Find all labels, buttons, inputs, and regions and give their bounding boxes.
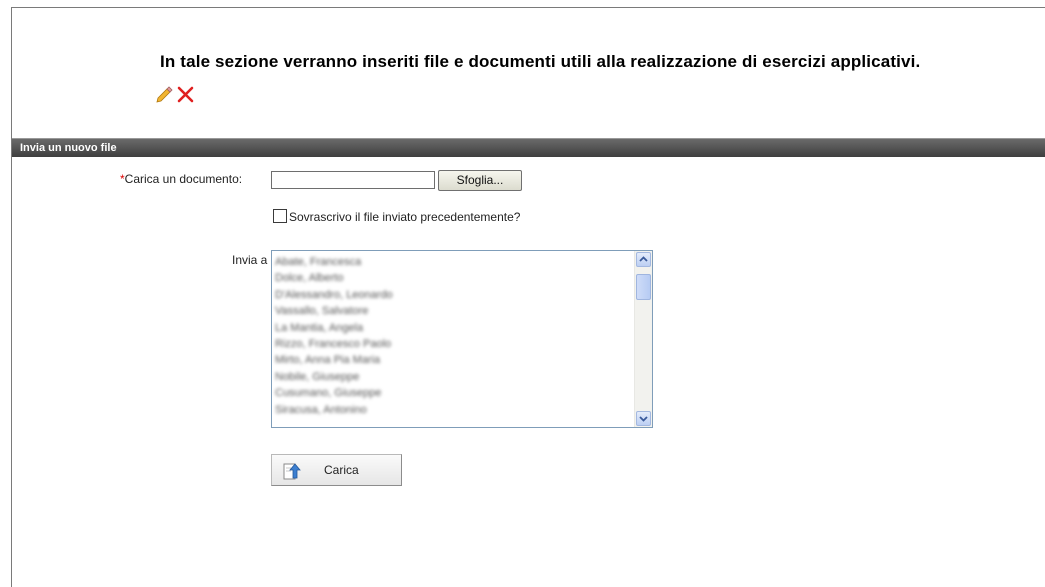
recipient-option[interactable]: Nobile, Giuseppe	[275, 369, 652, 385]
send-to-label: Invia a	[232, 253, 268, 267]
recipients-listbox[interactable]: Abate, Francesca Dolce, Alberto D'Alessand…	[271, 250, 653, 428]
upload-button[interactable]: Carica	[271, 454, 402, 486]
pencil-icon[interactable]	[155, 85, 177, 103]
delete-x-icon[interactable]	[177, 85, 195, 103]
chevron-up-icon	[639, 256, 648, 262]
scroll-thumb[interactable]	[636, 274, 651, 300]
recipient-option[interactable]: Siracusa, Antonino	[275, 402, 652, 418]
section-tools	[155, 85, 195, 105]
recipient-option[interactable]: Cusumano, Giuseppe	[275, 385, 652, 401]
overwrite-label: Sovrascrivo il file inviato precedenteme…	[289, 210, 521, 224]
chevron-down-icon	[639, 416, 648, 422]
recipient-option[interactable]: D'Alessandro, Leonardo	[275, 287, 652, 303]
recipient-option[interactable]: Dolce, Alberto	[275, 270, 652, 286]
file-path-field[interactable]	[271, 171, 435, 189]
upload-arrow-icon	[282, 461, 302, 484]
recipient-list: Abate, Francesca Dolce, Alberto D'Alessand…	[272, 251, 652, 418]
recipient-option[interactable]: La Mantia, Angela	[275, 320, 652, 336]
section-description: In tale sezione verranno inseriti file e…	[160, 52, 921, 71]
recipient-option[interactable]: Mirto, Anna Pia Maria	[275, 352, 652, 368]
upload-document-label: *Carica un documento:	[120, 172, 243, 186]
listbox-scrollbar[interactable]	[634, 251, 652, 427]
section-header: Invia un nuovo file	[12, 138, 1045, 157]
recipient-option[interactable]: Abate, Francesca	[275, 254, 652, 270]
upload-button-label: Carica	[324, 463, 359, 477]
recipient-option[interactable]: Vassallo, Salvatore	[275, 303, 652, 319]
overwrite-checkbox[interactable]	[273, 209, 287, 223]
scroll-up-button[interactable]	[636, 252, 651, 267]
browse-button[interactable]: Sfoglia...	[438, 170, 522, 191]
scroll-down-button[interactable]	[636, 411, 651, 426]
recipient-option[interactable]: Rizzo, Francesco Paolo	[275, 336, 652, 352]
